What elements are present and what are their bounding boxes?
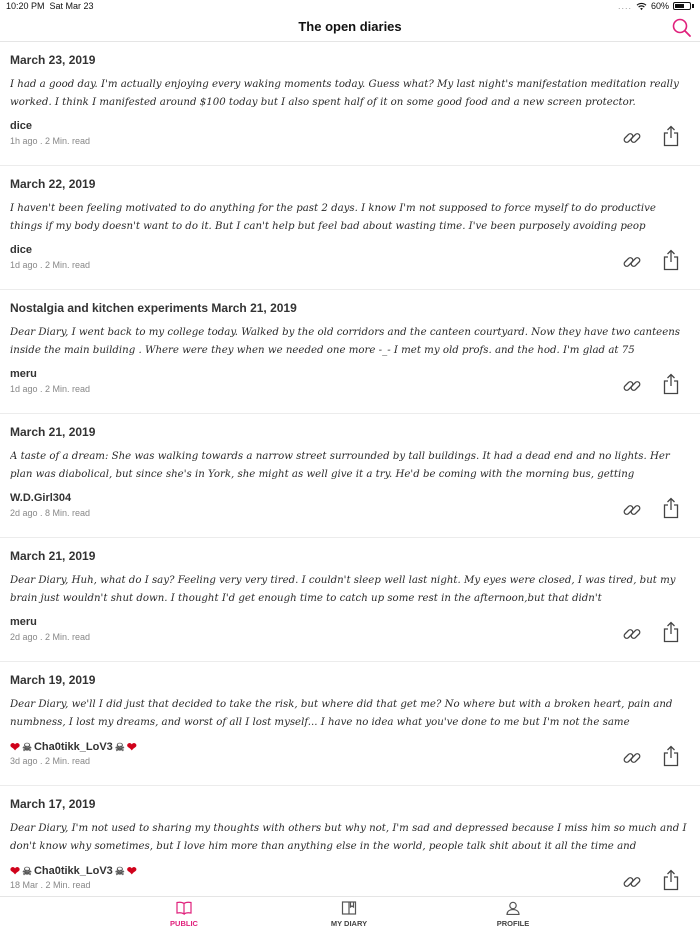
link-icon[interactable]: [622, 252, 642, 272]
tab-my-diary[interactable]: MY DIARY: [299, 901, 399, 928]
diary-feed: March 23, 2019 I had a good day. I'm act…: [0, 42, 700, 910]
diary-entry[interactable]: Nostalgia and kitchen experiments March …: [0, 290, 700, 414]
status-date: Sat Mar 23: [49, 1, 94, 11]
tab-bar: PUBLIC MY DIARY PROFILE: [0, 896, 700, 934]
page-title: The open diaries: [298, 19, 402, 34]
share-icon[interactable]: [662, 249, 680, 271]
diary-entry[interactable]: March 17, 2019 Dear Diary, I'm not used …: [0, 786, 700, 910]
status-time-date: 10:20 PM Sat Mar 23: [6, 1, 94, 11]
entry-body: Dear Diary, Huh, what do I say? Feeling …: [10, 575, 676, 604]
author-name: meru: [10, 616, 37, 628]
author-name: meru: [10, 368, 37, 380]
share-icon[interactable]: [662, 373, 680, 395]
skull-icon: ☠: [22, 741, 32, 754]
share-icon[interactable]: [662, 125, 680, 147]
link-icon[interactable]: [622, 624, 642, 644]
tab-profile[interactable]: PROFILE: [463, 901, 563, 928]
heart-icon: ❤: [126, 864, 137, 878]
link-icon[interactable]: [622, 376, 642, 396]
entry-title: March 21, 2019: [10, 549, 96, 563]
diary-entry[interactable]: March 22, 2019 I haven't been feeling mo…: [0, 166, 700, 290]
entry-meta: 2d ago . 2 Min. read: [10, 632, 91, 642]
status-right: .... 60%: [618, 1, 694, 11]
status-time: 10:20 PM: [6, 1, 45, 11]
entry-body: Dear Diary, we'll I did just that decide…: [10, 699, 673, 728]
heart-icon: ❤: [10, 740, 21, 754]
tab-label: PROFILE: [496, 919, 530, 928]
user-icon: [506, 901, 520, 915]
entry-title: March 23, 2019: [10, 53, 96, 67]
entry-body: A taste of a dream: She was walking towa…: [10, 451, 670, 480]
author-name: Cha0tikk_LoV3: [33, 741, 113, 753]
tab-public[interactable]: PUBLIC: [134, 901, 234, 928]
nav-bar: The open diaries: [0, 14, 700, 42]
entry-meta: 1d ago . 2 Min. read: [10, 260, 91, 270]
diary-entry[interactable]: March 19, 2019 Dear Diary, we'll I did j…: [0, 662, 700, 786]
author-name: W.D.Girl304: [10, 492, 72, 504]
skull-icon: ☠: [22, 865, 32, 878]
share-icon[interactable]: [662, 497, 680, 519]
entry-author[interactable]: ❤ ☠ Cha0tikk_LoV3 ☠ ❤: [10, 864, 137, 878]
entry-title: March 21, 2019: [10, 425, 96, 439]
skull-icon: ☠: [114, 741, 125, 754]
tab-label: PUBLIC: [170, 919, 198, 928]
share-icon[interactable]: [662, 869, 680, 891]
entry-title: Nostalgia and kitchen experiments March …: [10, 301, 297, 315]
link-icon[interactable]: [622, 872, 642, 892]
entry-author[interactable]: W.D.Girl304: [10, 492, 71, 504]
heart-icon: ❤: [10, 864, 21, 878]
entry-title: March 22, 2019: [10, 177, 96, 191]
entry-body: Dear Diary, I'm not used to sharing my t…: [10, 823, 687, 852]
diary-entry[interactable]: March 21, 2019 A taste of a dream: She w…: [0, 414, 700, 538]
author-name: dice: [10, 120, 33, 132]
battery-tip: [692, 4, 694, 8]
share-icon[interactable]: [662, 745, 680, 767]
entry-author[interactable]: dice: [10, 244, 32, 256]
signal-dots: ....: [617, 1, 632, 11]
entry-title: March 19, 2019: [10, 673, 96, 687]
entry-body: I haven't been feeling motivated to do a…: [10, 203, 656, 232]
entry-meta: 1d ago . 2 Min. read: [10, 384, 91, 394]
diary-entry[interactable]: March 21, 2019 Dear Diary, Huh, what do …: [0, 538, 700, 662]
entry-meta: 3d ago . 2 Min. read: [10, 756, 91, 766]
entry-author[interactable]: ❤ ☠ Cha0tikk_LoV3 ☠ ❤: [10, 740, 137, 754]
status-bar: 10:20 PM Sat Mar 23 .... 60%: [0, 0, 700, 14]
battery-percent: 60%: [650, 1, 669, 11]
entry-title: March 17, 2019: [10, 797, 96, 811]
entry-body: I had a good day. I'm actually enjoying …: [10, 79, 679, 108]
skull-icon: ☠: [114, 865, 125, 878]
entry-author[interactable]: meru: [10, 616, 37, 628]
link-icon[interactable]: [622, 748, 642, 768]
diary-entry[interactable]: March 23, 2019 I had a good day. I'm act…: [0, 42, 700, 166]
link-icon[interactable]: [622, 128, 642, 148]
entry-author[interactable]: dice: [10, 120, 32, 132]
search-icon[interactable]: [670, 17, 692, 39]
entry-meta: 1h ago . 2 Min. read: [10, 136, 91, 146]
author-name: dice: [10, 244, 33, 256]
entry-body: Dear Diary, I went back to my college to…: [10, 327, 681, 356]
entry-meta: 2d ago . 8 Min. read: [10, 508, 91, 518]
diary-icon: [341, 901, 357, 915]
heart-icon: ❤: [126, 740, 137, 754]
battery-icon: [673, 2, 691, 10]
share-icon[interactable]: [662, 621, 680, 643]
entry-meta: 18 Mar . 2 Min. read: [10, 880, 91, 890]
book-open-icon: [176, 901, 192, 915]
wifi-icon: [636, 2, 647, 10]
author-name: Cha0tikk_LoV3: [33, 865, 113, 877]
link-icon[interactable]: [622, 500, 642, 520]
entry-author[interactable]: meru: [10, 368, 37, 380]
tab-label: MY DIARY: [330, 919, 368, 928]
